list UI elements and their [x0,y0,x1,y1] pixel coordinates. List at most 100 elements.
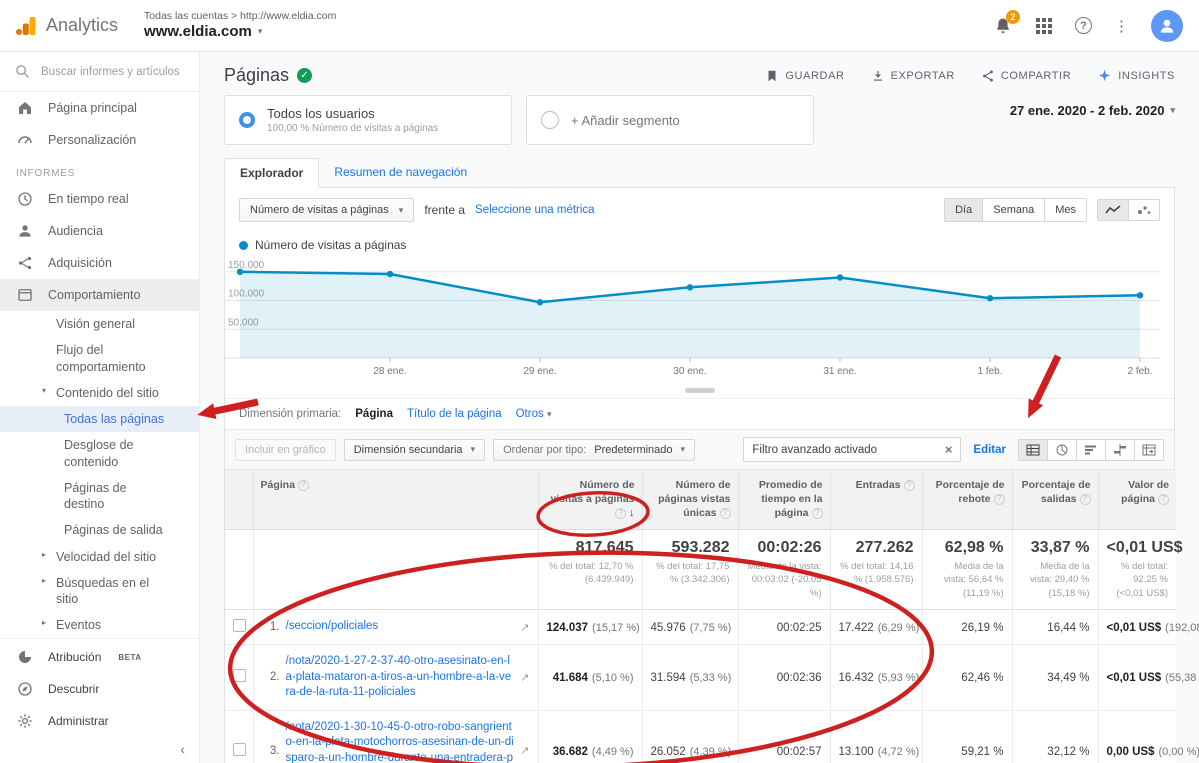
advanced-filter-chip[interactable]: Filtro avanzado activado × [743,437,961,462]
row-checkbox[interactable] [233,619,246,632]
add-segment-button[interactable]: + Añadir segmento [526,95,814,145]
svg-text:30 ene.: 30 ene. [673,366,706,377]
help-icon: ? [994,494,1005,505]
branch-arrows-icon [16,254,34,272]
trend-chart: 50.000100.000150.00028 ene.29 ene.30 ene… [225,254,1174,393]
column-header-value[interactable]: Valor de página? [1098,470,1176,530]
breadcrumb: Todas las cuentas > http://www.eldia.com [144,10,336,23]
chart-legend: Número de visitas a páginas [225,232,1174,254]
date-range-picker[interactable]: 27 ene. 2020 - 2 feb. 2020 ▾ [1010,95,1175,118]
gear-icon [16,712,34,730]
save-button[interactable]: GUARDAR [765,68,844,83]
sidebar-item-label: Adquisición [48,256,112,270]
plot-rows-button[interactable]: Incluir en gráfico [235,439,336,461]
dimension-other[interactable]: Otros ▾ [516,408,552,420]
sidebar-item-home[interactable]: Página principal [0,92,199,124]
granularity-day[interactable]: Día [945,199,982,221]
sidebar-item-behavior-overview[interactable]: Visión general [0,311,199,337]
segment-detail: 100,00 % Número de visitas a páginas [267,123,438,134]
notifications-button[interactable]: 2 [993,16,1013,36]
sidebar-item-audience[interactable]: Audiencia [0,215,199,247]
sidebar-item-events[interactable]: ▸ Eventos [0,612,199,638]
sidebar-item-all-pages[interactable]: Todas las páginas [0,406,199,432]
row-checkbox[interactable] [233,669,246,682]
sidebar-item-realtime[interactable]: En tiempo real [0,183,199,215]
page-link[interactable]: /nota/2020-1-27-2-37-40-otro-asesinato-e… [286,654,515,701]
external-link-icon[interactable]: ↗ [520,671,529,684]
analytics-app: Analytics Todas las cuentas > http://www… [0,0,1199,763]
column-header-entrances[interactable]: Entradas? [830,470,922,530]
column-header-exit[interactable]: Porcentaje de salidas? [1012,470,1098,530]
summary-avg-time: 00:02:26Media de la vista: 00:03:02 (-20… [738,530,830,610]
export-button[interactable]: EXPORTAR [871,68,955,83]
segment-radio-icon [239,112,255,128]
external-link-icon[interactable]: ↗ [520,621,529,634]
sidebar-item-site-content[interactable]: ▾ Contenido del sitio [0,380,199,406]
line-chart[interactable]: 50.000100.000150.00028 ene.29 ene.30 ene… [225,258,1160,384]
share-button[interactable]: COMPARTIR [981,68,1071,83]
page-link[interactable]: /seccion/policiales [286,619,515,635]
granularity-week[interactable]: Semana [982,199,1044,221]
page-link[interactable]: /nota/2020-1-30-10-45-0-otro-robo-sangri… [286,720,515,763]
series-name: Número de visitas a páginas [255,238,406,252]
tab-explorer[interactable]: Explorador [224,158,319,188]
insights-button[interactable]: INSIGHTS [1097,68,1175,83]
metric-dropdown[interactable]: Número de visitas a páginas ▾ [239,198,414,222]
sidebar-item-label: Página principal [48,101,137,115]
dimension-page-title[interactable]: Título de la página [407,408,502,420]
sidebar-item-admin[interactable]: Administrar [0,705,199,737]
motion-chart-icon[interactable] [1128,200,1159,220]
sidebar-item-landing-pages[interactable]: Páginas de destino [0,475,199,518]
sidebar-item-behavior-flow[interactable]: Flujo del comportamiento [0,337,199,380]
help-icon[interactable]: ? [1075,17,1092,34]
sidebar-item-label: Administrar [48,714,109,728]
secondary-dimension-button[interactable]: Dimensión secundaria ▾ [344,439,485,461]
sidebar-search [0,52,199,92]
sidebar-item-discover[interactable]: Descubrir [0,673,199,705]
line-chart-icon[interactable] [1098,200,1128,220]
column-header-unique[interactable]: Número de páginas vistas únicas? [642,470,738,530]
sidebar-item-customization[interactable]: Personalización [0,124,199,156]
select-metric-link[interactable]: Seleccione una métrica [475,204,595,216]
report-header: Páginas ✓ GUARDAR EXPORTAR COMPARTIR [224,52,1175,86]
sidebar-item-attribution[interactable]: AtribuciónBETA [0,641,199,673]
edit-filter-link[interactable]: Editar [973,444,1006,456]
account-selector[interactable]: www.eldia.com ▾ [144,23,336,42]
external-link-icon[interactable]: ↗ [520,744,529,757]
sidebar-item-content-drilldown[interactable]: Desglose de contenido [0,432,199,475]
sidebar-collapse-button[interactable]: ‹ [0,737,199,763]
sidebar-item-exit-pages[interactable]: Páginas de salida [0,517,199,543]
pivot-view-icon[interactable] [1134,440,1163,460]
column-header-avg-time[interactable]: Promedio de tiempo en la página? [738,470,830,530]
reports-section-label: INFORMES [0,156,199,183]
column-header-page[interactable]: Página? [253,470,538,530]
more-options-icon[interactable]: ⋮ [1114,17,1129,35]
column-header-bounce[interactable]: Porcentaje de rebote? [922,470,1012,530]
segment-all-users[interactable]: Todos los usuarios 100,00 % Número de vi… [224,95,512,145]
sort-type-button[interactable]: Ordenar por tipo: Predeterminado ▾ [493,439,695,461]
performance-view-icon[interactable] [1076,440,1105,460]
tab-navigation-summary[interactable]: Resumen de navegación [319,158,482,187]
sidebar-item-acquisition[interactable]: Adquisición [0,247,199,279]
chevron-right-icon: ▸ [42,618,46,628]
row-checkbox[interactable] [233,743,246,756]
analytics-logo[interactable]: Analytics [0,14,132,38]
sidebar-item-behavior[interactable]: Comportamiento [0,279,199,311]
sidebar-item-site-speed[interactable]: ▸ Velocidad del sitio [0,544,199,570]
svg-text:2 feb.: 2 feb. [1127,366,1152,377]
svg-text:31 ene.: 31 ene. [823,366,856,377]
search-input[interactable] [41,66,181,78]
data-table-view-icon[interactable] [1019,440,1047,460]
sidebar-item-site-search[interactable]: ▸ Búsquedas en el sitio [0,570,199,613]
percentage-view-icon[interactable] [1047,440,1076,460]
column-header-pageviews[interactable]: Número de visitas a páginas? ↓ [538,470,642,530]
svg-text:29 ene.: 29 ene. [523,366,556,377]
chart-scroll-handle[interactable] [685,388,715,393]
apps-grid-icon[interactable] [1035,17,1053,35]
user-avatar[interactable] [1151,10,1183,42]
granularity-month[interactable]: Mes [1044,199,1086,221]
close-icon[interactable]: × [945,442,953,457]
page-title: Páginas [224,65,289,86]
dimension-page[interactable]: Página [355,408,393,420]
comparison-view-icon[interactable] [1105,440,1134,460]
